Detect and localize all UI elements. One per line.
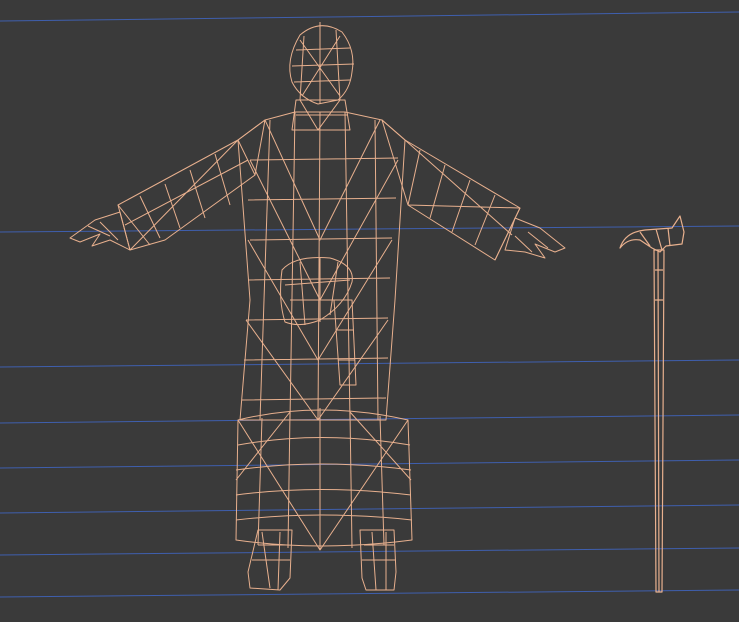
viewport-canvas[interactable] xyxy=(0,0,739,622)
viewport-background xyxy=(0,0,739,622)
3d-viewport[interactable] xyxy=(0,0,739,622)
